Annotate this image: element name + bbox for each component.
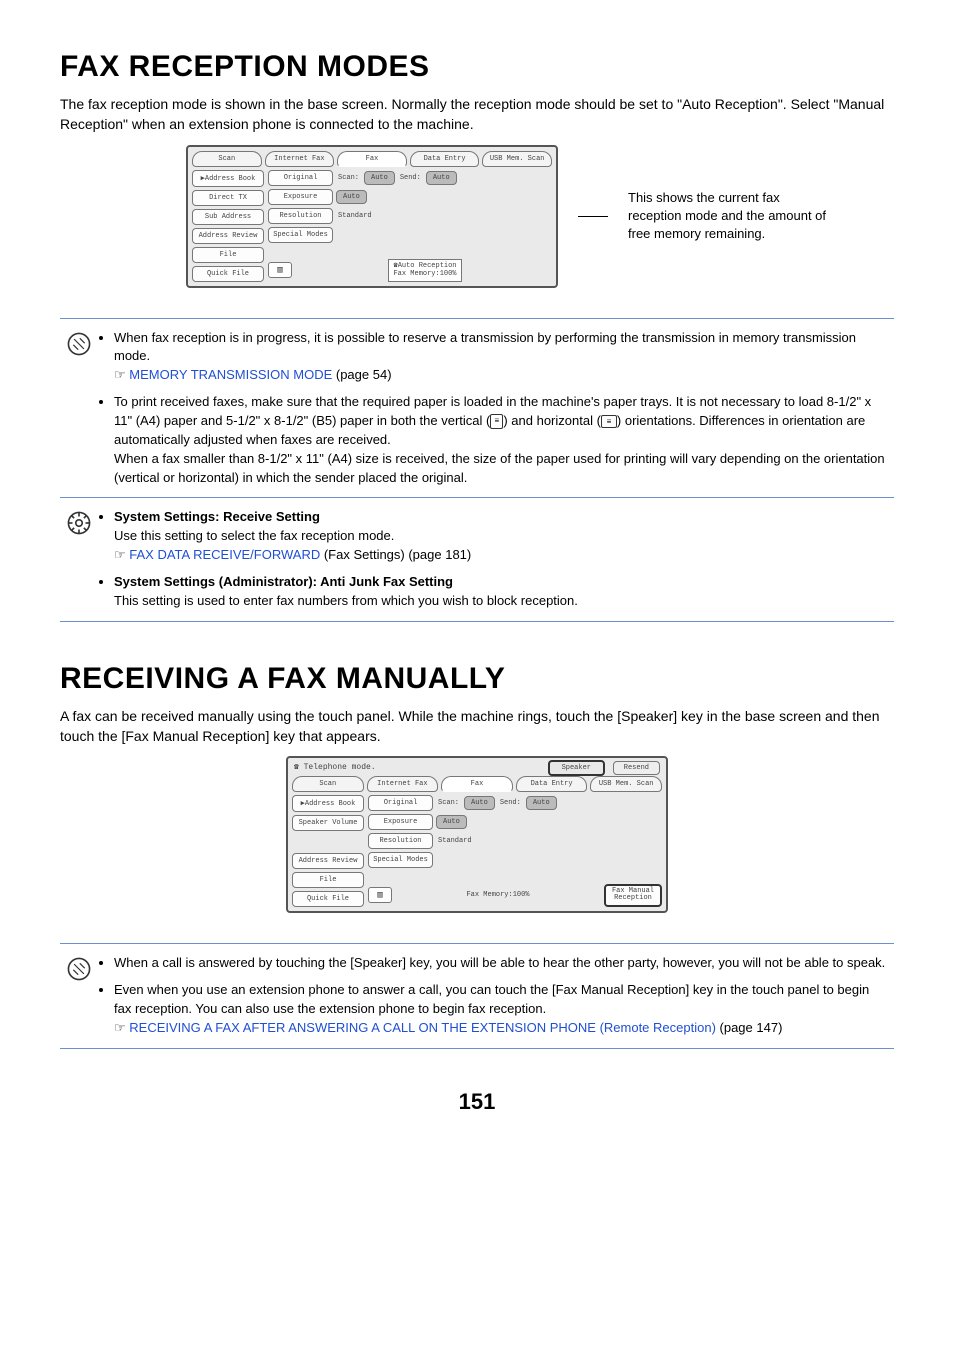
- preview-icon[interactable]: ▥: [268, 262, 292, 278]
- link-fax-data-receive-forward[interactable]: FAX DATA RECEIVE/FORWARD: [129, 547, 320, 562]
- resolution-button[interactable]: Resolution: [268, 208, 333, 224]
- resend-button[interactable]: Resend: [613, 761, 660, 775]
- address-book-label-2: Address Book: [305, 800, 355, 808]
- tab-fax-2[interactable]: Fax: [441, 776, 513, 792]
- address-book-label: Address Book: [205, 175, 255, 183]
- address-review-button[interactable]: Address Review: [192, 228, 264, 244]
- figure-1-caption: This shows the current fax reception mod…: [628, 189, 828, 244]
- special-modes-button[interactable]: Special Modes: [268, 227, 333, 243]
- preview-icon-2[interactable]: ▥: [368, 887, 392, 903]
- system-setting-receive: System Settings: Receive Setting Use thi…: [114, 508, 888, 565]
- tab-scan[interactable]: Scan: [192, 151, 262, 167]
- reception-status-box: ☎Auto Reception Fax Memory:100%: [388, 259, 461, 282]
- fax-memory-value: Fax Memory:100%: [393, 270, 456, 278]
- note-bullet-1: When fax reception is in progress, it is…: [114, 329, 888, 386]
- telephone-mode-status: ☎ Telephone mode.: [294, 762, 376, 772]
- callout-leader: [578, 216, 608, 217]
- vertical-orientation-icon: ≡: [490, 414, 503, 429]
- address-book-button[interactable]: ▶Address Book: [192, 170, 264, 187]
- scan-auto-value: Auto: [364, 171, 395, 185]
- send-label: Send:: [398, 174, 423, 182]
- send-label-2: Send:: [498, 799, 523, 807]
- screen-1: Scan Internet Fax Fax Data Entry USB Mem…: [186, 145, 558, 288]
- sub-address-button[interactable]: Sub Address: [192, 209, 264, 225]
- exposure-button[interactable]: Exposure: [268, 189, 333, 205]
- address-review-button-2[interactable]: Address Review: [292, 853, 364, 869]
- reception-mode-value: Auto Reception: [398, 262, 457, 270]
- exposure-auto-value: Auto: [336, 190, 367, 204]
- screen-2: ☎ Telephone mode. Speaker Resend Scan In…: [286, 756, 668, 913]
- tab-usb-mem-scan[interactable]: USB Mem. Scan: [482, 151, 552, 167]
- horizontal-orientation-icon: ≡: [601, 415, 617, 428]
- note2-bullet-2: Even when you use an extension phone to …: [114, 981, 888, 1038]
- scan-label-2: Scan:: [436, 799, 461, 807]
- link-remote-reception[interactable]: RECEIVING A FAX AFTER ANSWERING A CALL O…: [129, 1020, 716, 1035]
- note-bullet-2: To print received faxes, make sure that …: [114, 393, 888, 487]
- resolution-value-2: Standard: [436, 837, 474, 845]
- special-modes-button-2[interactable]: Special Modes: [368, 852, 433, 868]
- original-button[interactable]: Original: [268, 170, 333, 186]
- file-button[interactable]: File: [192, 247, 264, 263]
- link-memory-transmission-mode[interactable]: MEMORY TRANSMISSION MODE: [129, 367, 332, 382]
- quick-file-button[interactable]: Quick File: [192, 266, 264, 282]
- speaker-button[interactable]: Speaker: [548, 760, 605, 776]
- tab-data-entry[interactable]: Data Entry: [410, 151, 480, 167]
- scan-auto-value-2: Auto: [464, 796, 495, 810]
- heading-receiving-fax-manually: RECEIVING A FAX MANUALLY: [60, 662, 894, 696]
- resolution-button-2[interactable]: Resolution: [368, 833, 433, 849]
- send-auto-value-2: Auto: [526, 796, 557, 810]
- fax-memory-value-2: Fax Memory:100%: [398, 891, 598, 899]
- note-icon-2: [66, 954, 96, 1037]
- note-icon: [66, 329, 96, 488]
- tab-scan-2[interactable]: Scan: [292, 776, 364, 792]
- address-book-button-2[interactable]: ▶Address Book: [292, 795, 364, 812]
- direct-tx-button[interactable]: Direct TX: [192, 190, 264, 206]
- heading-fax-reception-modes: FAX RECEPTION MODES: [60, 50, 894, 84]
- scan-label: Scan:: [336, 174, 361, 182]
- exposure-auto-value-2: Auto: [436, 815, 467, 829]
- speaker-volume-button[interactable]: Speaker Volume: [292, 815, 364, 831]
- original-button-2[interactable]: Original: [368, 795, 433, 811]
- tab-data-entry-2[interactable]: Data Entry: [516, 776, 588, 792]
- figure-1: Scan Internet Fax Fax Data Entry USB Mem…: [60, 145, 894, 288]
- file-button-2[interactable]: File: [292, 872, 364, 888]
- exposure-button-2[interactable]: Exposure: [368, 814, 433, 830]
- resolution-value: Standard: [336, 212, 374, 220]
- tab-fax[interactable]: Fax: [337, 151, 407, 167]
- settings-icon: [66, 508, 96, 610]
- tab-internet-fax[interactable]: Internet Fax: [265, 151, 335, 167]
- page-number: 151: [60, 1089, 894, 1115]
- tab-usb-mem-scan-2[interactable]: USB Mem. Scan: [590, 776, 662, 792]
- intro-paragraph-1: The fax reception mode is shown in the b…: [60, 94, 894, 135]
- note-box-2: When a call is answered by touching the …: [60, 943, 894, 1048]
- system-setting-anti-junk: System Settings (Administrator): Anti Ju…: [114, 573, 888, 611]
- send-auto-value: Auto: [426, 171, 457, 185]
- note2-bullet-1: When a call is answered by touching the …: [114, 954, 888, 973]
- intro-paragraph-2: A fax can be received manually using the…: [60, 706, 894, 747]
- quick-file-button-2[interactable]: Quick File: [292, 891, 364, 907]
- tab-internet-fax-2[interactable]: Internet Fax: [367, 776, 439, 792]
- fax-manual-reception-button[interactable]: Fax Manual Reception: [604, 884, 662, 907]
- note-box-1: When fax reception is in progress, it is…: [60, 318, 894, 622]
